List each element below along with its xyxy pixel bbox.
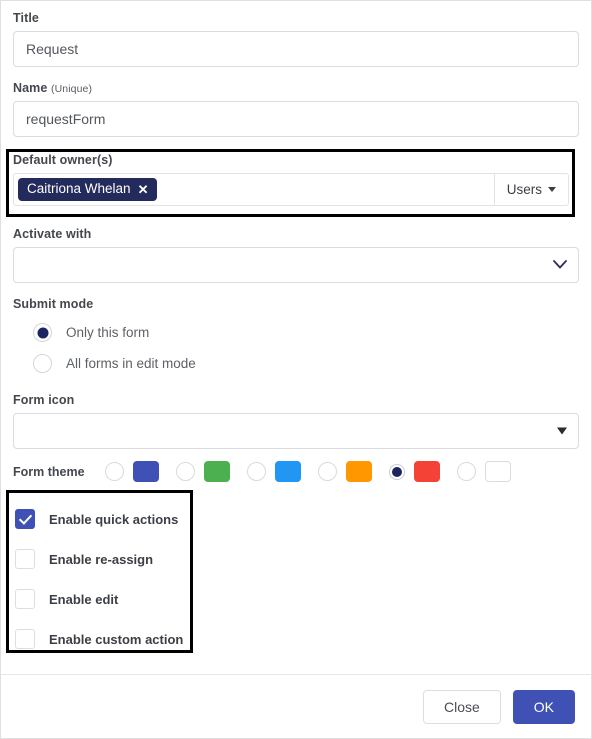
- theme-radio-indicator[interactable]: [317, 462, 337, 481]
- theme-swatch-orange[interactable]: [345, 461, 372, 482]
- ok-button[interactable]: OK: [512, 689, 575, 724]
- checkbox-indicator[interactable]: [15, 549, 35, 569]
- field-form-theme: Form theme: [13, 461, 579, 482]
- activate-with-label: Activate with: [13, 227, 92, 241]
- name-input[interactable]: [13, 101, 579, 137]
- radio-all-forms-edit-mode[interactable]: All forms in edit mode: [33, 348, 579, 379]
- theme-radio-indicator[interactable]: [456, 462, 476, 481]
- title-label: Title: [13, 11, 39, 25]
- radio-only-this-form[interactable]: Only this form: [33, 317, 579, 348]
- form-icon-select[interactable]: [13, 413, 579, 449]
- theme-option-1[interactable]: [104, 461, 159, 482]
- dialog-footer: Close OK: [1, 674, 591, 738]
- theme-swatch-green[interactable]: [203, 461, 230, 482]
- checkbox-indicator-checked[interactable]: [15, 509, 35, 529]
- submit-mode-label: Submit mode: [13, 297, 94, 311]
- theme-radio-indicator[interactable]: [246, 462, 266, 481]
- theme-option-6[interactable]: [456, 461, 511, 482]
- name-label-text: Name: [13, 81, 48, 95]
- form-icon-select-wrap: [13, 413, 579, 449]
- activate-with-select[interactable]: [13, 247, 579, 283]
- checkbox-enable-edit[interactable]: Enable edit: [15, 579, 185, 619]
- options-checkbox-group: Enable quick actions Enable re-assign En…: [15, 499, 185, 659]
- field-default-owners: Default owner(s) Caitriona Whelan ✕ User…: [13, 153, 569, 206]
- theme-option-2[interactable]: [175, 461, 230, 482]
- field-submit-mode: Submit mode Only this form All forms in …: [13, 297, 579, 379]
- owner-chip[interactable]: Caitriona Whelan ✕: [18, 178, 158, 201]
- theme-swatch-blue[interactable]: [132, 461, 159, 482]
- theme-option-3[interactable]: [246, 461, 301, 482]
- checkbox-indicator[interactable]: [15, 629, 35, 649]
- checkbox-label-edit: Enable edit: [49, 591, 119, 607]
- checkbox-enable-custom-action[interactable]: Enable custom action: [15, 619, 185, 659]
- close-icon[interactable]: ✕: [138, 183, 149, 196]
- field-form-icon: Form icon: [13, 393, 579, 449]
- theme-option-5[interactable]: [388, 461, 440, 482]
- field-title: Title: [13, 11, 579, 67]
- form-icon-label: Form icon: [13, 393, 75, 407]
- checkbox-label-quick-actions: Enable quick actions: [49, 511, 179, 527]
- checkbox-label-custom-action: Enable custom action: [49, 631, 184, 647]
- close-button[interactable]: Close: [422, 689, 501, 724]
- users-dropdown-button[interactable]: Users: [494, 173, 569, 206]
- theme-swatch-lightblue[interactable]: [274, 461, 301, 482]
- radio-label-only-this-form: Only this form: [66, 325, 150, 340]
- name-label-sub: (Unique): [51, 83, 93, 95]
- radio-indicator[interactable]: [33, 354, 52, 373]
- form-theme-label: Form theme: [13, 464, 85, 479]
- theme-radio-indicator-selected[interactable]: [388, 463, 405, 480]
- submit-mode-radio-group: Only this form All forms in edit mode: [13, 317, 579, 379]
- owner-chip-label: Caitriona Whelan: [27, 181, 131, 197]
- checkbox-label-re-assign: Enable re-assign: [49, 551, 154, 567]
- name-label: Name (Unique): [13, 81, 579, 95]
- field-activate-with: Activate with: [13, 227, 579, 283]
- checkbox-enable-re-assign[interactable]: Enable re-assign: [15, 539, 185, 579]
- caret-down-icon: [548, 187, 556, 192]
- default-owners-row: Caitriona Whelan ✕ Users: [13, 173, 569, 206]
- default-owners-input[interactable]: Caitriona Whelan ✕: [13, 173, 495, 206]
- form-settings-dialog: Title Name (Unique) Activate with Sub: [0, 0, 592, 739]
- theme-swatch-none[interactable]: [484, 461, 511, 482]
- field-name: Name (Unique): [13, 81, 579, 137]
- checkbox-enable-quick-actions[interactable]: Enable quick actions: [15, 499, 185, 539]
- theme-option-4[interactable]: [317, 461, 372, 482]
- radio-indicator-selected[interactable]: [33, 323, 52, 342]
- theme-radio-indicator[interactable]: [104, 462, 124, 481]
- theme-swatch-red[interactable]: [413, 461, 440, 482]
- users-dropdown-label: Users: [506, 182, 542, 197]
- title-input[interactable]: [13, 31, 579, 67]
- checkbox-indicator[interactable]: [15, 589, 35, 609]
- radio-label-all-forms: All forms in edit mode: [66, 356, 196, 371]
- activate-with-select-wrap: [13, 247, 579, 283]
- theme-radio-indicator[interactable]: [175, 462, 195, 481]
- default-owners-label: Default owner(s): [13, 153, 113, 167]
